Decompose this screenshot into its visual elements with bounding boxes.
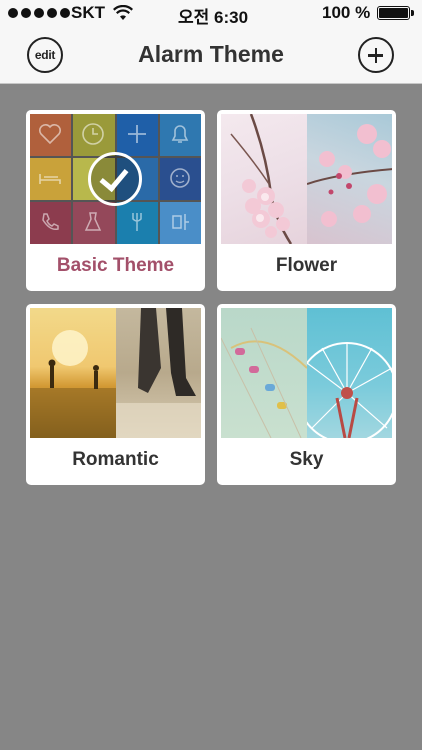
carrier-name: SKT [71,3,105,22]
letter-icon [159,202,201,244]
dress-icon [73,202,115,244]
status-bar: SKT 오전 6:30 100 % [0,0,422,27]
phone-icon [30,202,72,244]
battery-icon [377,6,414,20]
theme-label: Flower [275,255,338,276]
sky-photo-left [221,308,307,438]
theme-card-romantic[interactable]: Romantic [26,304,205,485]
flower-theme-thumbnail [221,114,392,244]
sky-photo-right [306,308,392,438]
theme-label: Romantic [72,449,159,470]
clock-icon [73,114,115,156]
status-time: 오전 6:30 [178,8,249,27]
fork-icon [116,202,158,244]
theme-label: Basic Theme [56,255,175,276]
theme-card-flower[interactable]: Flower [217,110,396,291]
wifi-icon [113,4,133,26]
sky-theme-thumbnail [221,308,392,438]
flower-photo-left [221,114,307,244]
navigation-bar: edit Alarm Theme [0,27,422,84]
face-icon [159,158,201,200]
bed-icon [30,158,72,200]
theme-card-basic[interactable]: Basic Theme [26,110,205,291]
bell-icon [159,114,201,156]
romantic-theme-thumbnail [30,308,201,438]
flower-photo-right [306,114,392,244]
theme-card-sky[interactable]: Sky [217,304,396,485]
heart-icon [30,114,72,156]
romantic-photo-right [115,308,201,438]
plus-icon [116,114,158,156]
signal-strength-icon [8,8,70,18]
add-theme-button[interactable] [358,37,394,73]
theme-label: Sky [289,449,324,470]
selected-checkmark-icon [88,152,142,206]
basic-theme-thumbnail [30,114,201,244]
battery-percentage: 100 % [322,3,371,22]
romantic-photo-left [30,308,116,438]
